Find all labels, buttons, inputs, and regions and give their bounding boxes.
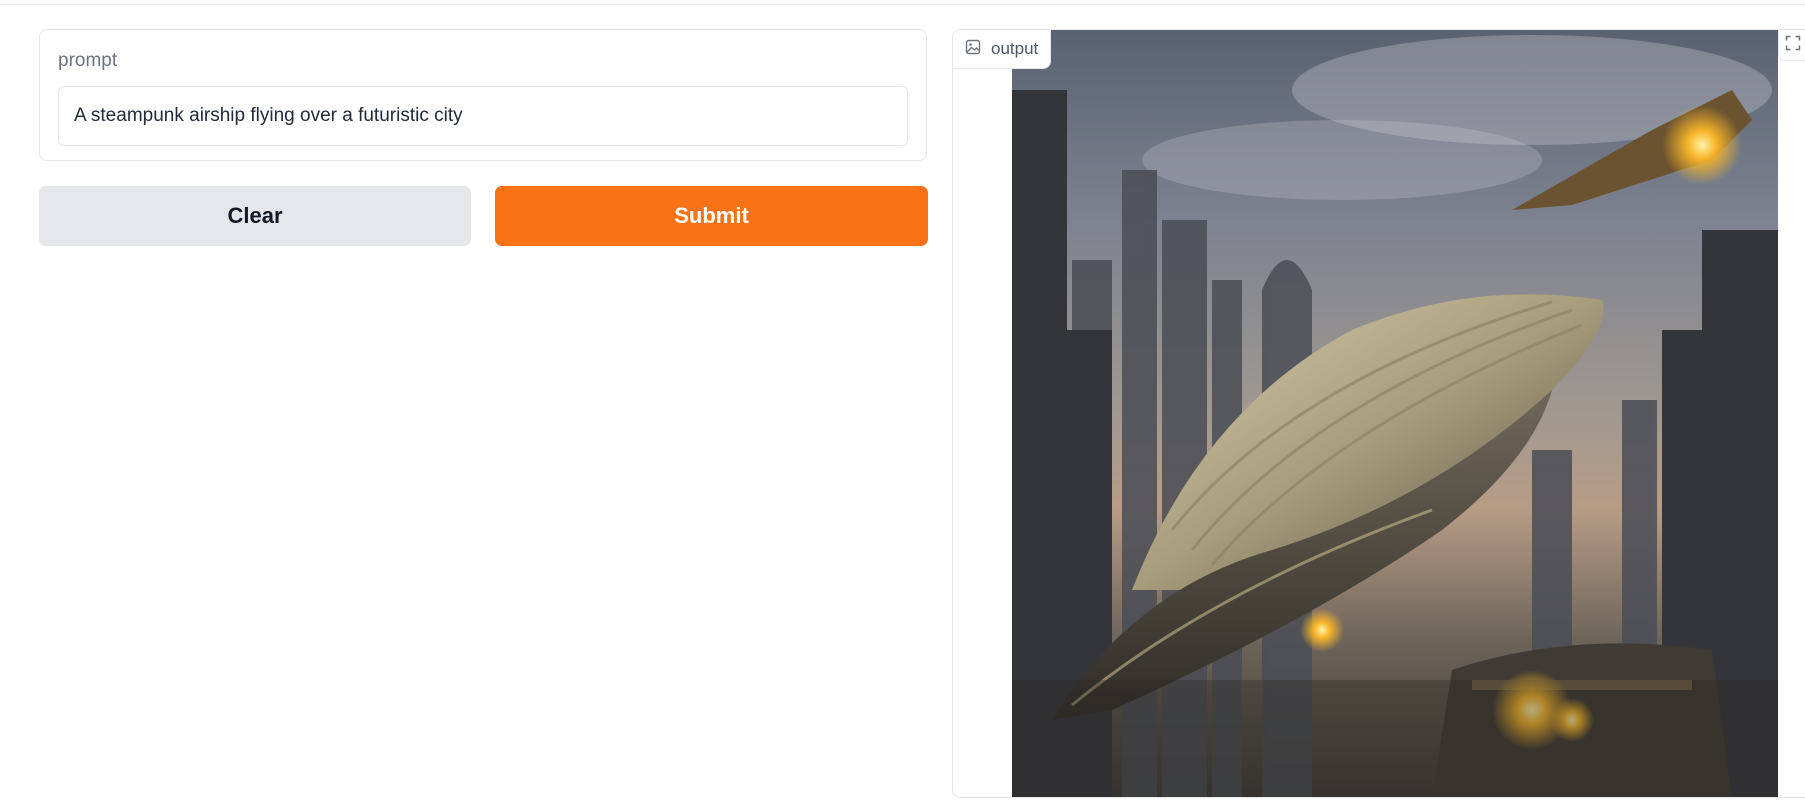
prompt-panel: prompt bbox=[39, 29, 927, 161]
output-panel: output bbox=[952, 29, 1805, 798]
fullscreen-icon bbox=[1785, 35, 1801, 56]
output-label: output bbox=[991, 39, 1039, 58]
clear-button[interactable]: Clear bbox=[39, 186, 471, 246]
prompt-input[interactable] bbox=[58, 86, 908, 146]
output-image[interactable] bbox=[1012, 30, 1778, 797]
image-icon bbox=[965, 39, 981, 60]
top-divider bbox=[0, 0, 1805, 5]
output-label-tag: output bbox=[953, 30, 1052, 69]
prompt-label: prompt bbox=[58, 50, 118, 71]
fullscreen-button[interactable] bbox=[1778, 30, 1805, 61]
submit-button[interactable]: Submit bbox=[495, 186, 928, 246]
